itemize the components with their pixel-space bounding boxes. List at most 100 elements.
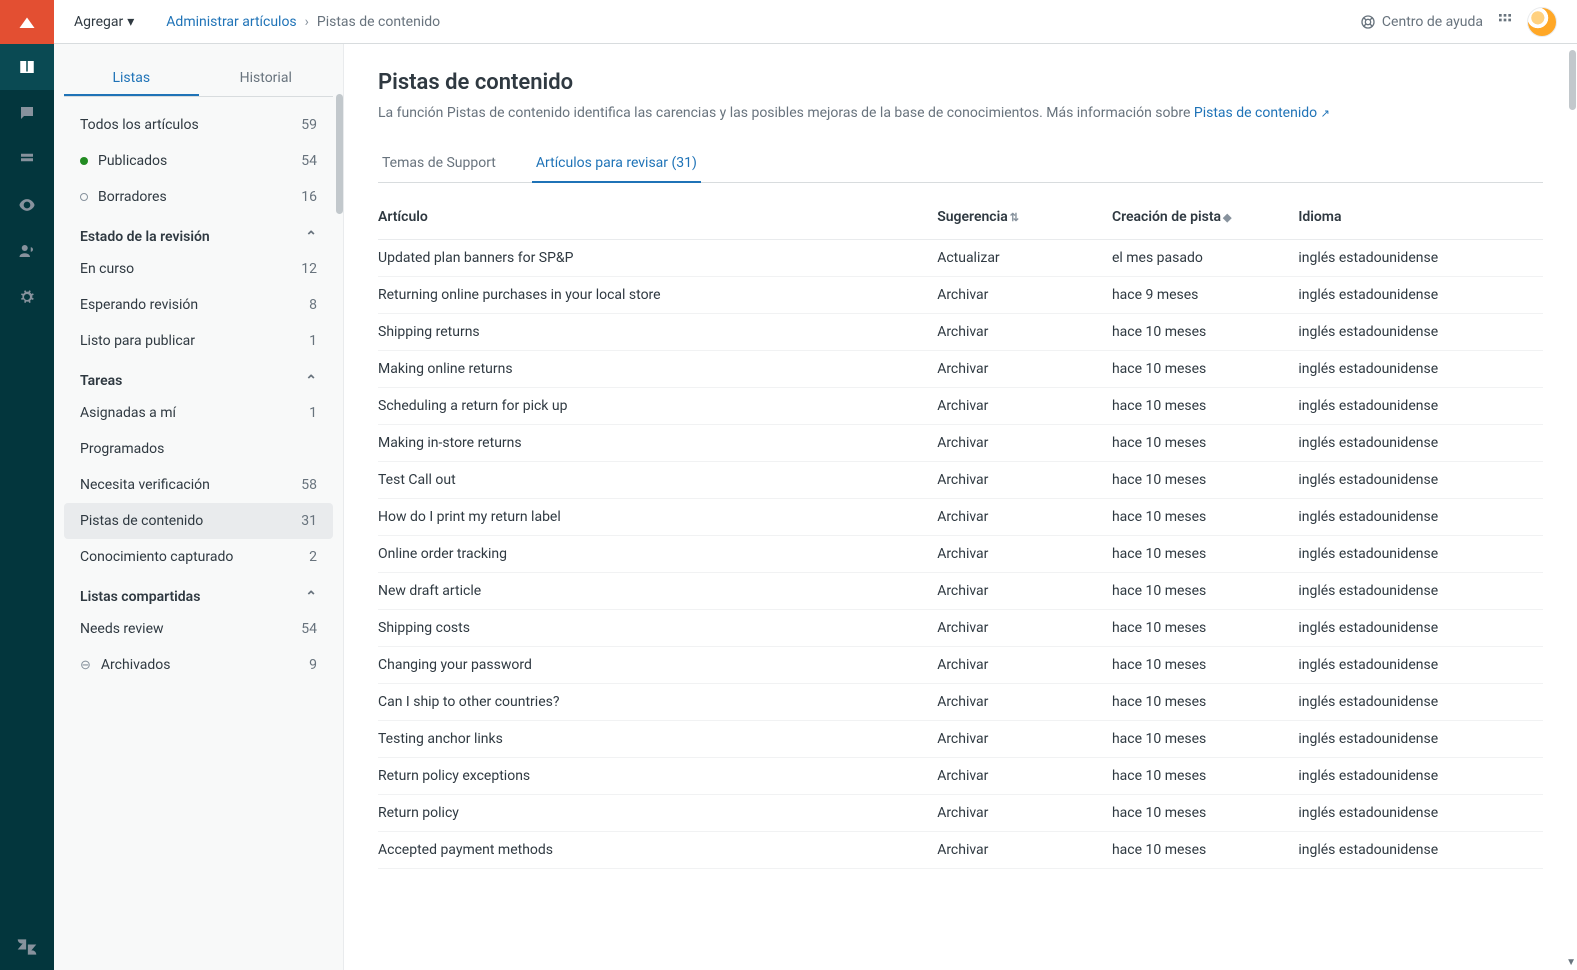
table-row[interactable]: Return policy exceptionsArchivarhace 10 …: [378, 758, 1543, 795]
external-link-icon: ↗: [1321, 107, 1330, 120]
sidebar-section-shared[interactable]: Listas compartidas ⌃: [64, 575, 333, 611]
tab-lists[interactable]: Listas: [64, 62, 199, 96]
table-row[interactable]: Can I ship to other countries?Archivarha…: [378, 684, 1543, 721]
table-row[interactable]: Updated plan banners for SP&PActualizare…: [378, 240, 1543, 277]
desc-link[interactable]: Pistas de contenido ↗: [1194, 105, 1330, 121]
sidebar-item-assigned[interactable]: Asignadas a mí 1: [64, 395, 333, 431]
sidebar-item-label: Borradores: [98, 189, 167, 205]
brand-logo[interactable]: [0, 0, 54, 44]
cell-article: Testing anchor links: [378, 721, 937, 758]
chevron-down-icon: ▾: [127, 14, 134, 30]
cell-language: inglés estadounidense: [1298, 647, 1543, 684]
sidebar-item-count: 12: [301, 261, 317, 277]
main-scrollbar-track[interactable]: ▼: [1567, 44, 1577, 970]
sidebar-scrollbar[interactable]: [336, 94, 343, 214]
table-row[interactable]: How do I print my return labelArchivarha…: [378, 499, 1543, 536]
table-row[interactable]: Test Call outArchivarhace 10 mesesinglés…: [378, 462, 1543, 499]
table-row[interactable]: Shipping costsArchivarhace 10 mesesinglé…: [378, 610, 1543, 647]
table-row[interactable]: Shipping returnsArchivarhace 10 mesesing…: [378, 314, 1543, 351]
cell-suggestion: Archivar: [937, 536, 1112, 573]
tab-history[interactable]: Historial: [199, 62, 334, 96]
sidebar-item-content-cues[interactable]: Pistas de contenido 31: [64, 503, 333, 539]
table-row[interactable]: Making online returnsArchivarhace 10 mes…: [378, 351, 1543, 388]
breadcrumb-root-link[interactable]: Administrar artículos: [166, 14, 296, 30]
cell-created: hace 10 meses: [1112, 721, 1298, 758]
sidebar-item-in-progress[interactable]: En curso 12: [64, 251, 333, 287]
table-row[interactable]: Online order trackingArchivarhace 10 mes…: [378, 536, 1543, 573]
zendesk-logo-icon[interactable]: [0, 924, 54, 970]
sidebar-item-count: 59: [301, 117, 317, 133]
articles-table: Artículo Sugerencia⇅ Creación de pista◆ …: [378, 193, 1543, 869]
table-row[interactable]: Making in-store returnsArchivarhace 10 m…: [378, 425, 1543, 462]
tab-articles-review[interactable]: Artículos para revisar (31): [532, 145, 701, 183]
help-label: Centro de ayuda: [1382, 14, 1483, 30]
section-label: Tareas: [80, 373, 122, 389]
cell-created: hace 10 meses: [1112, 758, 1298, 795]
cell-created: hace 10 meses: [1112, 795, 1298, 832]
cell-suggestion: Archivar: [937, 425, 1112, 462]
col-created[interactable]: Creación de pista◆: [1112, 193, 1298, 240]
sidebar-item-captured-knowledge[interactable]: Conocimiento capturado 2: [64, 539, 333, 575]
cell-created: hace 10 meses: [1112, 499, 1298, 536]
nav-eye-icon[interactable]: [0, 182, 54, 228]
sidebar-item-count: 58: [301, 477, 317, 493]
sidebar-item-needs-verification[interactable]: Necesita verificación 58: [64, 467, 333, 503]
col-suggestion[interactable]: Sugerencia⇅: [937, 193, 1112, 240]
chevron-up-icon: ⌃: [305, 373, 317, 389]
cell-suggestion: Archivar: [937, 647, 1112, 684]
nav-rail: [0, 0, 54, 970]
nav-blocks-icon[interactable]: [0, 136, 54, 182]
tab-support-topics[interactable]: Temas de Support: [378, 145, 500, 182]
sidebar-item-all-articles[interactable]: Todos los artículos 59: [64, 107, 333, 143]
help-center-button[interactable]: Centro de ayuda: [1360, 14, 1483, 30]
sidebar-item-count: 16: [301, 189, 317, 205]
breadcrumb-current: Pistas de contenido: [317, 14, 440, 30]
cell-article: Changing your password: [378, 647, 937, 684]
sidebar-item-drafts[interactable]: Borradores 16: [64, 179, 333, 215]
nav-knowledge-icon[interactable]: [0, 44, 54, 90]
sidebar-item-archived[interactable]: ⊖Archivados 9: [64, 647, 333, 683]
cell-language: inglés estadounidense: [1298, 536, 1543, 573]
sidebar-item-published[interactable]: Publicados 54: [64, 143, 333, 179]
cell-created: hace 10 meses: [1112, 425, 1298, 462]
nav-users-icon[interactable]: [0, 228, 54, 274]
sidebar-item-label: Archivados: [101, 657, 171, 673]
cell-language: inglés estadounidense: [1298, 277, 1543, 314]
cell-created: hace 10 meses: [1112, 388, 1298, 425]
nav-settings-icon[interactable]: [0, 274, 54, 320]
col-article[interactable]: Artículo: [378, 193, 937, 240]
sidebar-item-awaiting[interactable]: Esperando revisión 8: [64, 287, 333, 323]
table-row[interactable]: Accepted payment methodsArchivarhace 10 …: [378, 832, 1543, 869]
section-label: Estado de la revisión: [80, 229, 210, 245]
nav-announce-icon[interactable]: [0, 90, 54, 136]
cell-language: inglés estadounidense: [1298, 758, 1543, 795]
cell-article: Scheduling a return for pick up: [378, 388, 937, 425]
table-row[interactable]: Scheduling a return for pick upArchivarh…: [378, 388, 1543, 425]
cell-language: inglés estadounidense: [1298, 684, 1543, 721]
sidebar-item-needs-review[interactable]: Needs review 54: [64, 611, 333, 647]
sidebar-item-count: 9: [309, 657, 317, 673]
table-row[interactable]: Returning online purchases in your local…: [378, 277, 1543, 314]
scroll-down-arrow-icon[interactable]: ▼: [1566, 957, 1576, 968]
sort-icon: ⇅: [1010, 211, 1019, 224]
sidebar-section-tasks[interactable]: Tareas ⌃: [64, 359, 333, 395]
sidebar-item-scheduled[interactable]: Programados: [64, 431, 333, 467]
add-button[interactable]: Agregar ▾: [74, 14, 134, 30]
apps-grid-icon[interactable]: [1497, 12, 1513, 32]
sidebar: Listas Historial Todos los artículos 59 …: [54, 44, 344, 970]
cell-created: hace 10 meses: [1112, 462, 1298, 499]
avatar[interactable]: [1527, 7, 1557, 37]
table-row[interactable]: Testing anchor linksArchivarhace 10 mese…: [378, 721, 1543, 758]
table-row[interactable]: Changing your passwordArchivarhace 10 me…: [378, 647, 1543, 684]
cell-created: el mes pasado: [1112, 240, 1298, 277]
table-row[interactable]: Return policyArchivarhace 10 mesesinglés…: [378, 795, 1543, 832]
table-row[interactable]: New draft articleArchivarhace 10 mesesin…: [378, 573, 1543, 610]
sidebar-item-label: Needs review: [80, 621, 164, 637]
cell-suggestion: Archivar: [937, 721, 1112, 758]
main-scrollbar-thumb[interactable]: [1569, 50, 1576, 110]
cell-suggestion: Archivar: [937, 388, 1112, 425]
sidebar-section-review[interactable]: Estado de la revisión ⌃: [64, 215, 333, 251]
sidebar-item-ready[interactable]: Listo para publicar 1: [64, 323, 333, 359]
cell-created: hace 10 meses: [1112, 832, 1298, 869]
col-language[interactable]: Idioma: [1298, 193, 1543, 240]
